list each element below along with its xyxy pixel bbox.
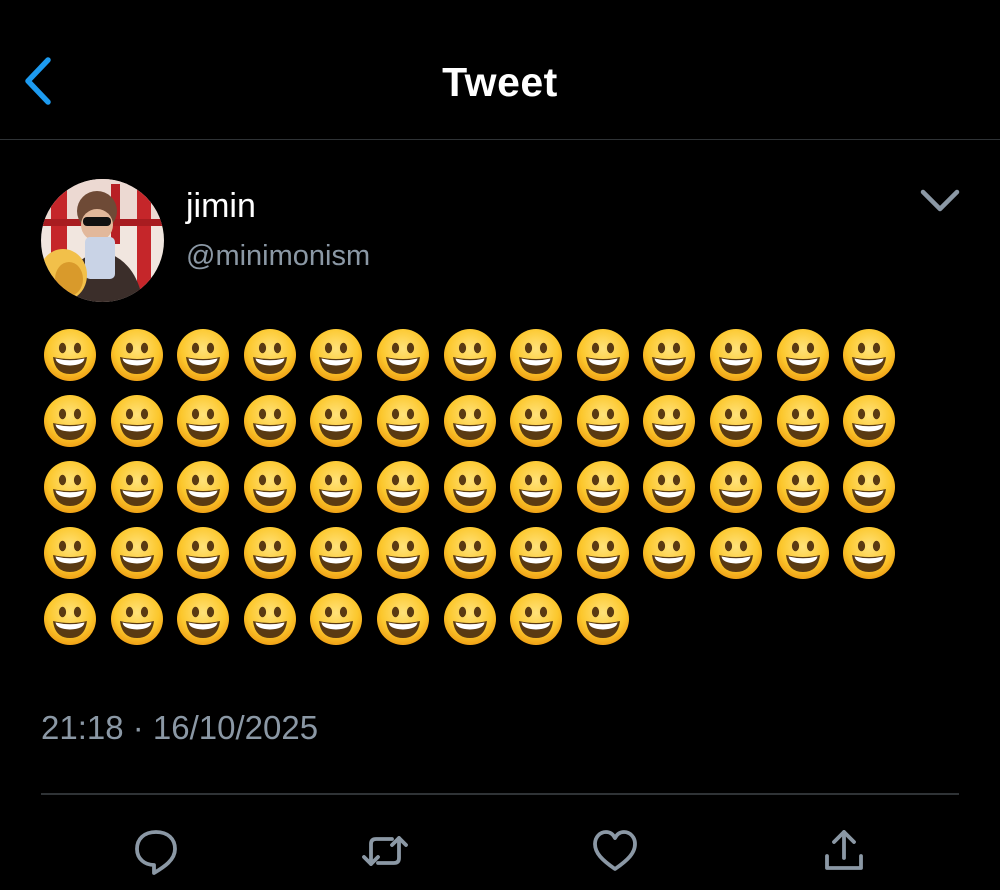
like-icon (593, 830, 637, 871)
grinning-face-icon (709, 395, 762, 447)
grinning-face-icon (843, 527, 896, 579)
grinning-face-icon (376, 329, 429, 381)
grinning-face-icon (776, 329, 829, 381)
grinning-face-icon (310, 329, 363, 381)
grinning-face-icon (177, 461, 230, 513)
grinning-face-icon (110, 593, 163, 645)
grinning-face-icon (443, 593, 496, 645)
grinning-face-icon (110, 329, 163, 381)
share-button[interactable] (819, 826, 869, 876)
tweet-timestamp[interactable]: 21:18 · 16/10/2025 (41, 708, 318, 748)
author-display-name[interactable]: jimin (186, 186, 256, 226)
retweet-button[interactable] (360, 826, 410, 876)
divider (41, 793, 959, 795)
grinning-face-icon (243, 527, 296, 579)
grinning-face-icon (510, 395, 563, 447)
grinning-face-icon (643, 527, 696, 579)
grinning-face-icon (843, 461, 896, 513)
share-icon (825, 830, 863, 870)
grinning-face-icon (709, 527, 762, 579)
reply-button[interactable] (131, 826, 181, 876)
retweet-icon (362, 836, 408, 866)
grinning-face-icon (44, 395, 96, 447)
grinning-face-icon (177, 329, 230, 381)
grinning-face-icon (44, 527, 96, 579)
grinning-face-icon (843, 329, 896, 381)
grinning-face-icon (110, 527, 163, 579)
grinning-face-icon (576, 329, 629, 381)
grinning-face-icon (776, 461, 829, 513)
grinning-face-icon (310, 461, 363, 513)
grinning-face-icon (576, 395, 629, 447)
chevron-down-icon (920, 189, 960, 212)
grinning-face-icon (443, 395, 496, 447)
grinning-face-icon (243, 461, 296, 513)
avatar-image (41, 179, 164, 302)
grinning-face-icon (44, 461, 96, 513)
grinning-face-icon (510, 461, 563, 513)
like-button[interactable] (590, 826, 640, 876)
grinning-face-icon (443, 527, 496, 579)
grinning-face-icon (776, 395, 829, 447)
grinning-face-icon (310, 527, 363, 579)
grinning-face-icon (177, 395, 230, 447)
grinning-face-icon (177, 593, 230, 645)
top-bar: Tweet (0, 0, 1000, 140)
grinning-face-icon (510, 593, 563, 645)
grinning-face-icon (510, 527, 563, 579)
grinning-face-icon (44, 329, 96, 381)
grinning-face-icon (177, 527, 230, 579)
grinning-face-icon (576, 461, 629, 513)
grinning-face-icon (443, 329, 496, 381)
grinning-face-icon (376, 593, 429, 645)
grinning-face-icon (643, 329, 696, 381)
grinning-face-icon (576, 593, 629, 645)
grinning-face-icon (243, 329, 296, 381)
reply-icon (135, 830, 177, 875)
grinning-face-icon (510, 329, 563, 381)
grinning-face-icon (310, 395, 363, 447)
author-handle[interactable]: @minimonism (186, 238, 370, 274)
grinning-face-icon (709, 461, 762, 513)
grinning-face-icon (243, 395, 296, 447)
grinning-face-icon (376, 527, 429, 579)
grinning-face-icon (709, 329, 762, 381)
grinning-face-icon (576, 527, 629, 579)
grinning-face-icon (110, 395, 163, 447)
avatar[interactable] (41, 179, 164, 302)
page-title: Tweet (442, 59, 558, 105)
grinning-face-icon (44, 593, 96, 645)
grinning-face-icon (643, 395, 696, 447)
tweet-menu-button[interactable] (915, 180, 965, 220)
grinning-face-icon (776, 527, 829, 579)
grinning-face-icon (310, 593, 363, 645)
grinning-face-icon (243, 593, 296, 645)
grinning-face-icon (376, 461, 429, 513)
grinning-face-icon (643, 461, 696, 513)
grinning-face-icon (443, 461, 496, 513)
grinning-face-icon (376, 395, 429, 447)
grinning-face-icon (843, 395, 896, 447)
tweet-text (43, 328, 923, 646)
grinning-face-icon (110, 461, 163, 513)
